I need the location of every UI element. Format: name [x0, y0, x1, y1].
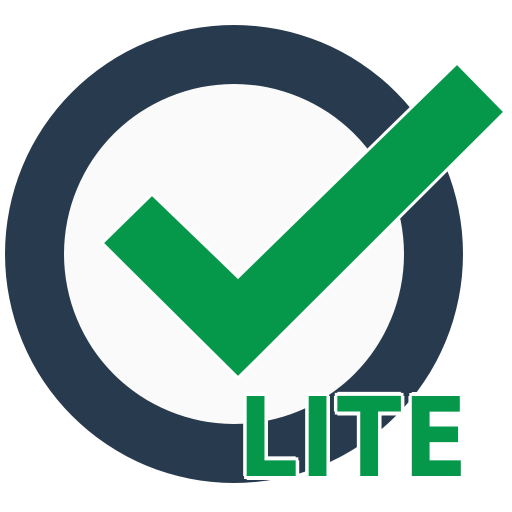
- lite-badge-text: LITE: [238, 374, 470, 502]
- app-icon: LITE: [0, 0, 512, 512]
